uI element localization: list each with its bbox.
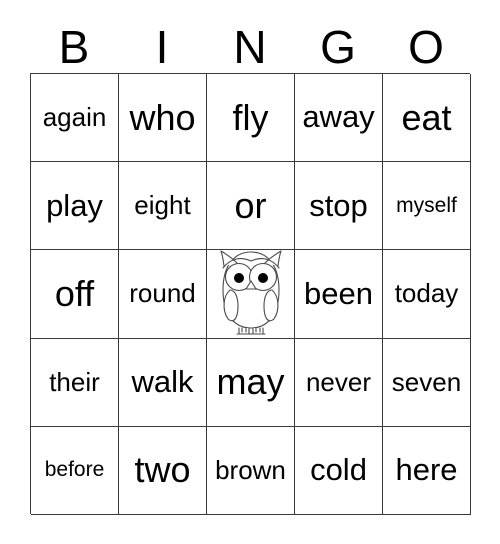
- bingo-cell-label: two: [134, 449, 191, 491]
- bingo-cell-label: play: [46, 187, 103, 223]
- bingo-free-space-cell[interactable]: [207, 250, 295, 339]
- bingo-cell-label: may: [216, 361, 285, 403]
- bingo-cell[interactable]: eight: [119, 162, 207, 251]
- bingo-cell[interactable]: been: [295, 250, 383, 339]
- bingo-cell-label: off: [54, 273, 95, 315]
- bingo-cell[interactable]: seven: [383, 338, 471, 427]
- bingo-cell-label: or: [234, 184, 267, 226]
- bingo-cell[interactable]: who: [119, 74, 207, 163]
- bingo-cell-label: brown: [215, 454, 286, 485]
- bingo-cell-label: today: [394, 278, 459, 309]
- bingo-cell[interactable]: off: [31, 250, 119, 339]
- bingo-cell[interactable]: round: [119, 250, 207, 339]
- bingo-cell-label: again: [42, 101, 107, 132]
- bingo-cell-label: eight: [134, 190, 191, 221]
- bingo-cell-label: who: [129, 96, 196, 138]
- header-letter-o: O: [408, 21, 444, 73]
- bingo-cell-label: here: [395, 452, 458, 488]
- bingo-cell-label: been: [304, 275, 373, 311]
- bingo-cell-label: seven: [391, 366, 462, 397]
- bingo-cell[interactable]: myself: [383, 162, 471, 251]
- bingo-header: B I N G O: [30, 22, 470, 73]
- bingo-cell[interactable]: eat: [383, 74, 471, 163]
- bingo-cell[interactable]: today: [383, 250, 471, 339]
- bingo-cell-label: walk: [131, 363, 194, 399]
- bingo-cell[interactable]: or: [207, 162, 295, 251]
- bingo-cell-label: stop: [309, 187, 368, 223]
- bingo-cell[interactable]: brown: [207, 426, 295, 515]
- header-letter-n: N: [233, 21, 267, 73]
- bingo-cell[interactable]: cold: [295, 426, 383, 515]
- bingo-cell-label: fly: [232, 96, 269, 138]
- bingo-cell[interactable]: again: [31, 74, 119, 163]
- bingo-cell[interactable]: fly: [207, 74, 295, 163]
- bingo-cell[interactable]: two: [119, 426, 207, 515]
- bingo-card: B I N G O again who fly away eat play ei…: [0, 0, 500, 544]
- bingo-cell[interactable]: stop: [295, 162, 383, 251]
- owl-icon: [216, 250, 286, 337]
- bingo-cell[interactable]: here: [383, 426, 471, 515]
- bingo-cell-label: their: [49, 366, 100, 397]
- bingo-grid: again who fly away eat play eight or sto…: [30, 73, 471, 515]
- bingo-cell-label: never: [305, 366, 372, 397]
- bingo-cell-label: round: [129, 278, 196, 309]
- header-letter-g: G: [320, 21, 356, 73]
- bingo-cell[interactable]: never: [295, 338, 383, 427]
- header-letter-i: I: [155, 21, 169, 73]
- bingo-cell-label: cold: [310, 452, 367, 488]
- bingo-cell[interactable]: may: [207, 338, 295, 427]
- bingo-cell-label: before: [44, 458, 105, 482]
- bingo-cell[interactable]: away: [295, 74, 383, 163]
- bingo-cell[interactable]: their: [31, 338, 119, 427]
- bingo-cell-label: myself: [396, 193, 457, 217]
- bingo-cell-label: eat: [401, 96, 452, 138]
- bingo-cell[interactable]: play: [31, 162, 119, 251]
- bingo-cell[interactable]: walk: [119, 338, 207, 427]
- bingo-cell-label: away: [302, 99, 375, 135]
- bingo-cell[interactable]: before: [31, 426, 119, 515]
- header-letter-b: B: [58, 21, 90, 73]
